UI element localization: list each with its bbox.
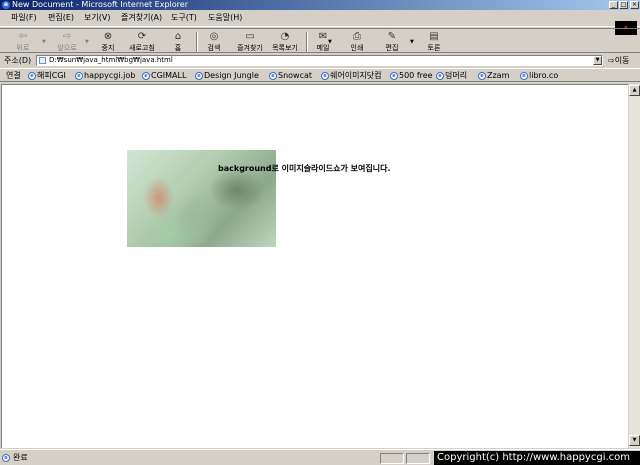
ie-page-icon: e	[269, 72, 277, 80]
links-bar: 연결 e 해피CGI e happycgi.job e CGIMALL e Design…	[0, 68, 640, 82]
title-bar: e New Document - Microsoft Internet Explo…	[0, 0, 640, 10]
edit-dropdown-icon[interactable]: ▼	[410, 39, 414, 45]
address-value: D:₩sun₩java_html₩bg₩java.html	[49, 56, 173, 64]
link-item[interactable]: e Zzam	[478, 71, 509, 81]
link-item[interactable]: e Snowcat	[269, 71, 312, 81]
history-icon: ◔	[280, 31, 290, 42]
edit-label: 편집	[385, 44, 399, 52]
status-pane	[380, 453, 404, 464]
go-button[interactable]: ⇨이동	[608, 55, 629, 66]
window-controls: _ □ ×	[609, 1, 639, 9]
home-button[interactable]: ⌂ 홈	[168, 31, 188, 53]
ie-page-icon: e	[195, 72, 203, 80]
back-dropdown-icon[interactable]: ▼	[42, 39, 46, 45]
link-item[interactable]: e 덩머리	[436, 71, 467, 81]
menu-file[interactable]: 파일(F)	[11, 13, 37, 23]
stop-button[interactable]: ⊗ 중지	[96, 31, 120, 53]
home-label: 홈	[174, 44, 182, 52]
ie-page-icon: e	[436, 72, 444, 80]
link-item[interactable]: e 500 free	[390, 71, 433, 81]
menu-bar: 파일(F) 편집(E) 보기(V) 즐겨찾기(A) 도구(T) 도움말(H) e	[0, 10, 640, 35]
stop-label: 중지	[101, 44, 115, 52]
page-icon	[39, 57, 46, 64]
back-label: 뒤로	[16, 44, 30, 52]
address-bar: 주소(D) D:₩sun₩java_html₩bg₩java.html ▼ ⇨이…	[0, 54, 640, 67]
search-button[interactable]: ◎ 검색	[203, 31, 225, 53]
forward-arrow-icon: ⇨	[62, 31, 72, 42]
status-pane	[406, 453, 430, 464]
menu-favorites[interactable]: 즐겨찾기(A)	[121, 13, 162, 23]
edit-icon: ✎	[387, 31, 397, 42]
address-input[interactable]: D:₩sun₩java_html₩bg₩java.html	[36, 55, 603, 66]
address-dropdown-button[interactable]: ▼	[593, 56, 602, 65]
printer-icon: ⎙	[353, 31, 361, 42]
window-title: New Document - Microsoft Internet Explor…	[12, 0, 188, 9]
favorites-button[interactable]: ▭ 즐겨찾기	[232, 31, 268, 53]
ie-page-icon: e	[75, 72, 83, 80]
maximize-button[interactable]: □	[619, 1, 628, 9]
scroll-down-button[interactable]: ▼	[629, 435, 640, 446]
link-item[interactable]: e Design Jungle	[195, 71, 259, 81]
back-button[interactable]: ⇦ 뒤로	[10, 31, 36, 53]
minimize-button[interactable]: _	[609, 1, 618, 9]
search-icon: ◎	[209, 31, 219, 42]
status-text: 완료	[13, 453, 28, 462]
refresh-button[interactable]: ⟳ 새로고침	[124, 31, 160, 53]
standard-toolbar: ⇦ 뒤로 ▼ ⇨ 앞으로 ▼ ⊗ 중지 ⟳ 새로고침 ⌂ 홈 ◎ 검색 ▭ 즐겨…	[0, 28, 640, 53]
close-button[interactable]: ×	[630, 1, 639, 9]
menu-view[interactable]: 보기(V)	[84, 13, 110, 23]
ie-page-icon: e	[142, 72, 150, 80]
search-label: 검색	[207, 44, 221, 52]
link-item[interactable]: e happycgi.job	[75, 71, 135, 81]
forward-dropdown-icon[interactable]: ▼	[85, 39, 89, 45]
go-arrow-icon: ⇨	[608, 56, 615, 65]
ie-page-icon: e	[478, 72, 486, 80]
links-label: 연결	[6, 71, 21, 80]
print-label: 인쇄	[350, 44, 364, 52]
page-content: background로 이미지슬라이드쇼가 보여집니다.	[1, 84, 628, 448]
ie-page-icon: e	[390, 72, 398, 80]
ie-page-icon: e	[321, 72, 329, 80]
menu-help[interactable]: 도움말(H)	[208, 13, 242, 23]
stop-icon: ⊗	[103, 31, 113, 42]
ie-icon: e	[2, 1, 10, 9]
discuss-button[interactable]: ▤ 토론	[423, 31, 445, 53]
ie-page-icon: e	[28, 72, 36, 80]
slideshow-caption: background로 이미지슬라이드쇼가 보여집니다.	[218, 164, 391, 173]
copyright-banner: Copyright(c) http://www.happycgi.com	[434, 451, 640, 465]
favorites-label: 즐겨찾기	[237, 44, 263, 52]
vertical-scrollbar[interactable]: ▲ ▼	[628, 84, 640, 448]
link-item[interactable]: e 쉐어이미지닷컴	[321, 71, 382, 81]
forward-label: 앞으로	[57, 44, 77, 52]
toolbar-separator	[306, 32, 308, 52]
menu-tools[interactable]: 도구(T)	[171, 13, 197, 23]
link-item[interactable]: e CGIMALL	[142, 71, 186, 81]
scroll-up-button[interactable]: ▲	[629, 85, 640, 96]
ie-page-icon: e	[520, 72, 528, 80]
favorites-folder-icon: ▭	[245, 31, 255, 42]
link-item[interactable]: e 해피CGI	[28, 71, 66, 81]
back-arrow-icon: ⇦	[18, 31, 28, 42]
discuss-label: 토론	[427, 44, 441, 52]
ie-page-icon: e	[2, 454, 10, 462]
link-item[interactable]: e libro.co	[520, 71, 558, 81]
go-label: 이동	[614, 56, 630, 65]
refresh-icon: ⟳	[137, 31, 147, 42]
home-icon: ⌂	[174, 31, 182, 42]
menu-edit[interactable]: 편집(E)	[48, 13, 74, 23]
refresh-label: 새로고침	[129, 44, 155, 52]
history-button[interactable]: ◔ 목록보기	[268, 31, 302, 53]
mail-label: 메일	[316, 44, 330, 52]
forward-button[interactable]: ⇨ 앞으로	[52, 31, 82, 53]
address-label: 주소(D)	[4, 56, 32, 65]
discuss-icon: ▤	[429, 31, 439, 42]
mail-dropdown-icon[interactable]: ▼	[328, 39, 332, 45]
print-button[interactable]: ⎙ 인쇄	[346, 31, 368, 53]
toolbar-separator	[196, 32, 198, 52]
edit-button[interactable]: ✎ 편집	[381, 31, 403, 53]
history-label: 목록보기	[272, 44, 298, 52]
